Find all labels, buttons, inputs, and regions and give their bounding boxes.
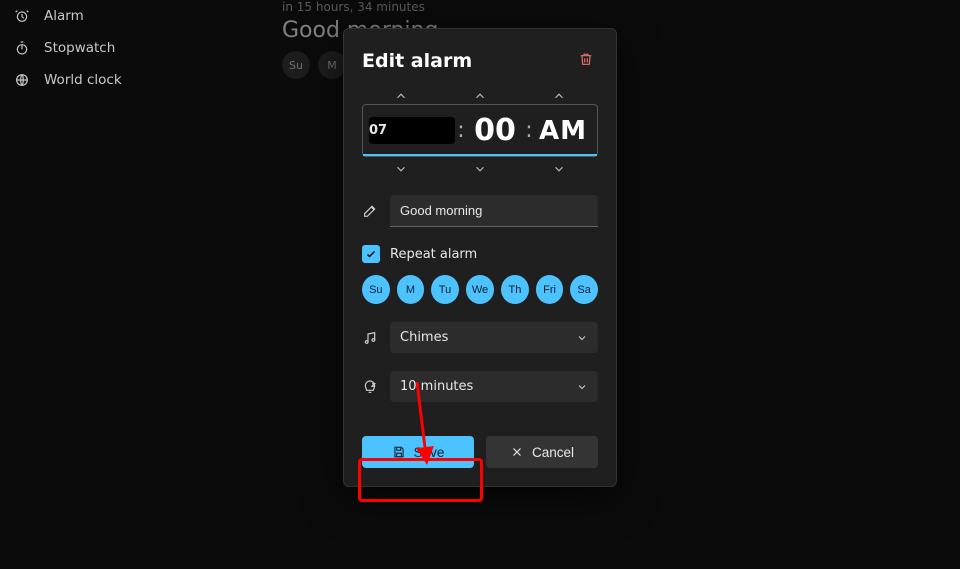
minute-up-button[interactable] <box>452 88 508 104</box>
nav-worldclock[interactable]: World clock <box>0 64 220 96</box>
globe-icon <box>14 72 30 88</box>
alarm-icon <box>14 8 30 24</box>
time-colon: : <box>523 118 535 143</box>
dialog-title: Edit alarm <box>362 50 472 72</box>
save-label: Save <box>414 445 445 460</box>
chevron-down-icon <box>576 381 588 393</box>
nav-stopwatch[interactable]: Stopwatch <box>0 32 220 64</box>
chevron-down-icon <box>394 162 408 176</box>
time-colon: : <box>455 118 467 143</box>
cancel-label: Cancel <box>532 445 574 460</box>
repeat-label: Repeat alarm <box>390 247 477 262</box>
music-icon <box>362 330 378 346</box>
bg-day-chip: Su <box>282 51 310 79</box>
minute-value[interactable]: 00 <box>467 113 523 148</box>
check-icon <box>365 248 377 260</box>
sound-value: Chimes <box>400 330 448 345</box>
cancel-button[interactable]: Cancel <box>486 436 598 468</box>
hour-up-button[interactable] <box>373 88 429 104</box>
chevron-up-icon <box>473 89 487 103</box>
save-icon <box>392 445 406 459</box>
save-button[interactable]: Save <box>362 436 474 468</box>
delete-button[interactable] <box>574 47 598 74</box>
edit-alarm-dialog: Edit alarm 07 : 00 : AM Repeat alarm Su <box>343 28 617 487</box>
edit-icon <box>362 203 378 219</box>
day-sa[interactable]: Sa <box>570 275 598 304</box>
chevron-down-icon <box>473 162 487 176</box>
hour-value[interactable]: 07 <box>369 117 455 144</box>
alarm-name-input[interactable] <box>390 195 598 227</box>
snooze-icon <box>362 379 378 395</box>
time-picker[interactable]: 07 : 00 : AM <box>362 104 598 157</box>
chevron-up-icon <box>552 89 566 103</box>
repeat-checkbox[interactable] <box>362 245 380 263</box>
ampm-up-button[interactable] <box>531 88 587 104</box>
chevron-down-icon <box>552 162 566 176</box>
close-icon <box>510 445 524 459</box>
day-su[interactable]: Su <box>362 275 390 304</box>
stopwatch-icon <box>14 40 30 56</box>
sound-select[interactable]: Chimes <box>390 322 598 353</box>
nav-label: World clock <box>44 72 122 88</box>
bg-day-chip: M <box>318 51 346 79</box>
nav-label: Alarm <box>44 8 84 24</box>
bg-subtitle: in 15 hours, 34 minutes <box>282 0 425 14</box>
snooze-select[interactable]: 10 minutes <box>390 371 598 402</box>
day-th[interactable]: Th <box>501 275 529 304</box>
minute-down-button[interactable] <box>452 161 508 177</box>
day-we[interactable]: We <box>466 275 494 304</box>
day-buttons: Su M Tu We Th Fri Sa <box>362 275 598 304</box>
sidebar: Alarm Stopwatch World clock <box>0 0 220 569</box>
chevron-down-icon <box>576 332 588 344</box>
chevron-up-icon <box>394 89 408 103</box>
ampm-value[interactable]: AM <box>535 116 591 146</box>
trash-icon <box>578 51 594 67</box>
day-fr[interactable]: Fri <box>536 275 564 304</box>
nav-alarm[interactable]: Alarm <box>0 0 220 32</box>
day-mo[interactable]: M <box>397 275 425 304</box>
nav-label: Stopwatch <box>44 40 115 56</box>
ampm-down-button[interactable] <box>531 161 587 177</box>
hour-down-button[interactable] <box>373 161 429 177</box>
day-tu[interactable]: Tu <box>431 275 459 304</box>
snooze-value: 10 minutes <box>400 379 473 394</box>
